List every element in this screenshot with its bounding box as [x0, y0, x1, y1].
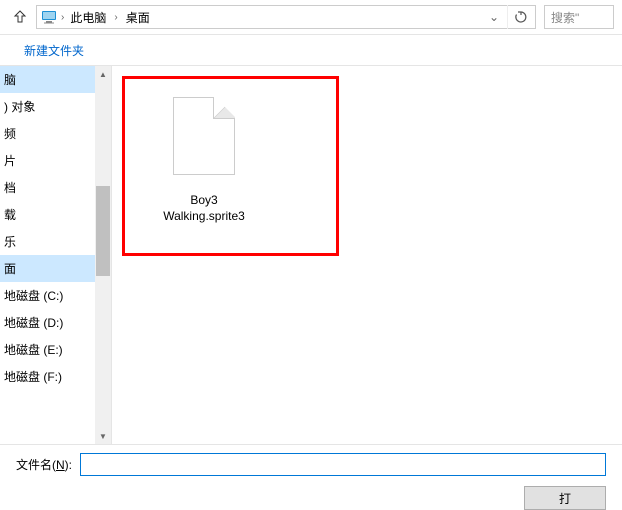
sidebar-item-drive-e[interactable]: 地磁盘 (E:): [0, 336, 96, 363]
filename-label: 文件名(N):: [16, 456, 72, 473]
file-item[interactable]: Boy3 Walking.sprite3: [149, 97, 259, 224]
sidebar-scrollbar[interactable]: ▲ ▼: [95, 66, 111, 444]
toolbar: 新建文件夹: [0, 34, 622, 66]
chevron-icon: ›: [61, 12, 64, 23]
sidebar-item-music[interactable]: 乐: [0, 228, 96, 255]
button-row: 打: [16, 486, 606, 510]
sidebar-item-pictures[interactable]: 片: [0, 147, 96, 174]
file-icon: [164, 97, 244, 187]
highlight-annotation: Boy3 Walking.sprite3: [122, 76, 339, 256]
sidebar: 脑 ) 对象 频 片 档 载 乐 面 地磁盘 (C:) 地磁盘 (D:) 地磁盘…: [0, 66, 112, 444]
address-dropdown[interactable]: ⌄: [483, 10, 505, 24]
new-folder-button[interactable]: 新建文件夹: [16, 38, 92, 63]
search-placeholder: 搜索": [551, 9, 579, 26]
search-input[interactable]: 搜索": [544, 5, 614, 29]
sidebar-item-downloads[interactable]: 载: [0, 201, 96, 228]
breadcrumb-desktop[interactable]: 桌面: [122, 7, 154, 28]
sidebar-list: 脑 ) 对象 频 片 档 载 乐 面 地磁盘 (C:) 地磁盘 (D:) 地磁盘…: [0, 66, 96, 390]
scroll-down-icon[interactable]: ▼: [95, 428, 111, 444]
filename-row: 文件名(N):: [16, 453, 606, 476]
address-bar[interactable]: › 此电脑 › 桌面 ⌄: [36, 5, 536, 29]
sidebar-item-documents[interactable]: 档: [0, 174, 96, 201]
dialog-footer: 文件名(N): 打: [0, 444, 622, 509]
up-button[interactable]: [6, 4, 34, 30]
sidebar-item-drive-f[interactable]: 地磁盘 (F:): [0, 363, 96, 390]
refresh-button[interactable]: [507, 5, 533, 29]
breadcrumb-pc[interactable]: 此电脑: [66, 7, 110, 28]
file-list-area[interactable]: Boy3 Walking.sprite3: [112, 66, 622, 444]
scroll-thumb[interactable]: [96, 186, 110, 276]
file-label: Boy3 Walking.sprite3: [149, 193, 259, 224]
pc-icon: [39, 7, 59, 27]
sidebar-item-3d[interactable]: ) 对象: [0, 93, 96, 120]
sidebar-item-video[interactable]: 频: [0, 120, 96, 147]
content-area: 脑 ) 对象 频 片 档 载 乐 面 地磁盘 (C:) 地磁盘 (D:) 地磁盘…: [0, 66, 622, 444]
chevron-icon: ›: [114, 12, 117, 23]
sidebar-item-drive-c[interactable]: 地磁盘 (C:): [0, 282, 96, 309]
sidebar-item-pc[interactable]: 脑: [0, 66, 96, 93]
sidebar-item-desktop[interactable]: 面: [0, 255, 96, 282]
open-button[interactable]: 打: [524, 486, 606, 510]
navigation-bar: › 此电脑 › 桌面 ⌄ 搜索": [0, 0, 622, 34]
scroll-up-icon[interactable]: ▲: [95, 66, 111, 82]
breadcrumb: 此电脑 › 桌面: [66, 7, 481, 28]
sidebar-item-drive-d[interactable]: 地磁盘 (D:): [0, 309, 96, 336]
filename-input[interactable]: [80, 453, 606, 476]
